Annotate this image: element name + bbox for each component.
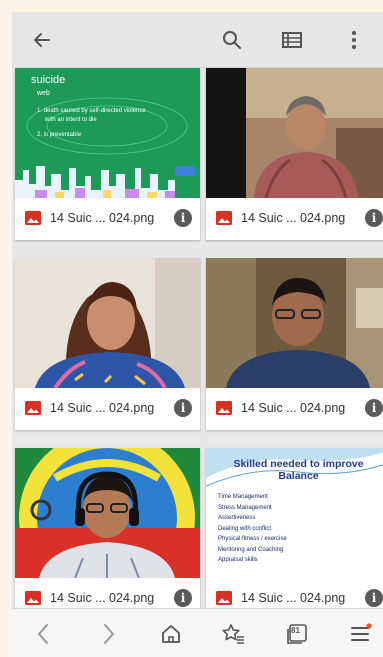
- slide-title: Skilled needed to improve Balance: [233, 458, 364, 482]
- app-window: suicide web 1. death caused by self-dire…: [12, 12, 383, 657]
- file-card[interactable]: 14 Suic ... 024.png i: [206, 258, 383, 430]
- file-card[interactable]: 14 Suic ... 024.png i: [15, 258, 200, 430]
- image-file-icon: [216, 211, 232, 225]
- star-list-icon[interactable]: [220, 621, 246, 647]
- slide-heading: suicide: [31, 74, 66, 86]
- file-thumbnail: Skilled needed to improve Balance Time M…: [206, 448, 383, 578]
- skill-item: Mentoring and Coaching: [218, 546, 284, 553]
- info-icon[interactable]: i: [365, 399, 383, 417]
- more-vert-icon[interactable]: [342, 28, 366, 52]
- file-thumbnail: [206, 258, 383, 388]
- list-view-icon[interactable]: [280, 28, 304, 52]
- file-name: 14 Suic ... 024.png: [241, 591, 346, 605]
- file-thumbnail: [15, 258, 200, 388]
- file-caption: 14 Suic ... 024.png i: [206, 198, 383, 238]
- image-file-icon: [216, 401, 232, 415]
- hamburger-menu-icon[interactable]: [348, 621, 374, 647]
- file-caption: 14 Suic ... 024.png i: [15, 198, 200, 238]
- arrow-left-icon[interactable]: [30, 28, 54, 52]
- file-name: 14 Suic ... 024.png: [241, 401, 346, 415]
- info-icon[interactable]: i: [174, 209, 192, 227]
- file-card[interactable]: suicide web 1. death caused by self-dire…: [15, 68, 200, 240]
- slide-sub: web: [37, 90, 50, 97]
- image-file-icon: [25, 211, 41, 225]
- skill-item: Stress Management: [218, 504, 272, 511]
- skill-item: Assertiveness: [218, 515, 256, 521]
- file-card[interactable]: 14 Suic ... 024.png i: [206, 68, 383, 240]
- file-thumbnail: [15, 448, 200, 578]
- file-name: 14 Suic ... 024.png: [50, 211, 155, 225]
- info-icon[interactable]: i: [365, 209, 383, 227]
- skill-item: Appraisal skills: [218, 557, 258, 563]
- chevron-left-icon[interactable]: [30, 621, 56, 647]
- chevron-right-icon[interactable]: [96, 621, 122, 647]
- search-icon[interactable]: [220, 28, 244, 52]
- skill-item: Time Management: [218, 494, 268, 500]
- file-caption: 14 Suic ... 024.png i: [15, 578, 200, 608]
- tabs-counter-icon[interactable]: 81: [284, 621, 310, 647]
- slide-line-2: with an intent to die: [45, 117, 97, 123]
- slide-line-3: 2. is preventable: [37, 132, 82, 138]
- skills-list: Time Management Stress Management Assert…: [218, 494, 287, 568]
- skill-item: Dealing with conflict: [218, 525, 272, 532]
- file-name: 14 Suic ... 024.png: [50, 591, 155, 605]
- file-caption: 14 Suic ... 024.png i: [15, 388, 200, 428]
- file-caption: 14 Suic ... 024.png i: [206, 578, 383, 608]
- file-thumbnail: suicide web 1. death caused by self-dire…: [15, 68, 200, 198]
- file-card[interactable]: Skilled needed to improve Balance Time M…: [206, 448, 383, 608]
- file-caption: 14 Suic ... 024.png i: [206, 388, 383, 428]
- image-file-icon: [25, 591, 41, 605]
- tabs-count: 81: [291, 626, 300, 635]
- file-grid: suicide web 1. death caused by self-dire…: [12, 68, 383, 608]
- file-name: 14 Suic ... 024.png: [50, 401, 155, 415]
- info-icon[interactable]: i: [174, 589, 192, 607]
- image-file-icon: [25, 401, 41, 415]
- file-card[interactable]: 14 Suic ... 024.png i: [15, 448, 200, 608]
- slide-line-1: 1. death caused by self-directed violenc…: [37, 108, 146, 114]
- file-name: 14 Suic ... 024.png: [241, 211, 346, 225]
- home-icon[interactable]: [158, 621, 184, 647]
- top-app-bar: [12, 12, 383, 68]
- info-icon[interactable]: i: [365, 589, 383, 607]
- file-thumbnail: [206, 68, 383, 198]
- info-icon[interactable]: i: [174, 399, 192, 417]
- image-file-icon: [216, 591, 232, 605]
- bottom-nav-bar: 81: [12, 608, 383, 657]
- skill-item: Physical fitness / exercise: [218, 536, 287, 542]
